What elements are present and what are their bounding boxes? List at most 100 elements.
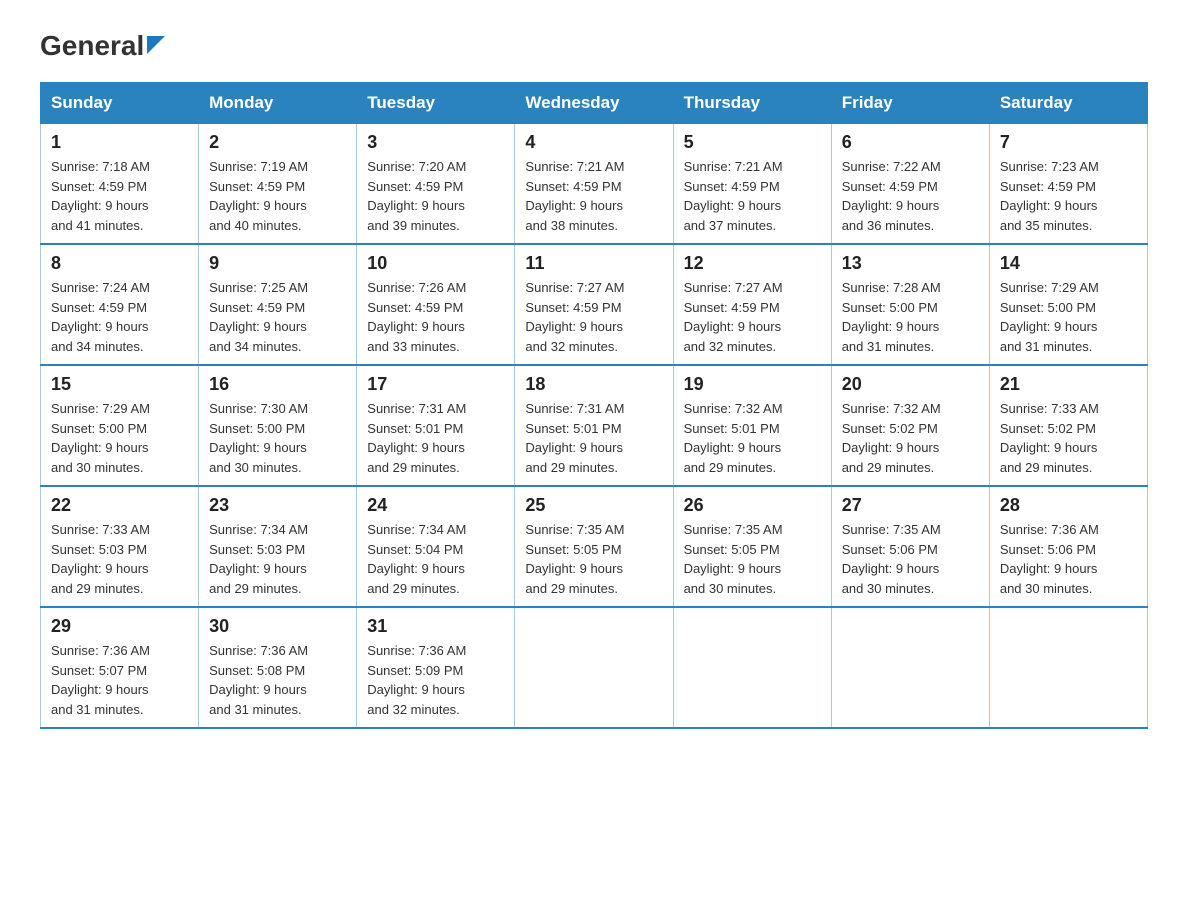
day-info: Sunrise: 7:35 AMSunset: 5:05 PMDaylight:… bbox=[525, 520, 662, 598]
calendar-cell: 18 Sunrise: 7:31 AMSunset: 5:01 PMDaylig… bbox=[515, 365, 673, 486]
calendar-cell: 20 Sunrise: 7:32 AMSunset: 5:02 PMDaylig… bbox=[831, 365, 989, 486]
calendar-cell: 3 Sunrise: 7:20 AMSunset: 4:59 PMDayligh… bbox=[357, 124, 515, 245]
header-cell-monday: Monday bbox=[199, 83, 357, 124]
day-number: 22 bbox=[51, 495, 188, 516]
day-info: Sunrise: 7:27 AMSunset: 4:59 PMDaylight:… bbox=[684, 278, 821, 356]
calendar-cell bbox=[515, 607, 673, 728]
day-info: Sunrise: 7:18 AMSunset: 4:59 PMDaylight:… bbox=[51, 157, 188, 235]
day-info: Sunrise: 7:31 AMSunset: 5:01 PMDaylight:… bbox=[525, 399, 662, 477]
day-info: Sunrise: 7:33 AMSunset: 5:03 PMDaylight:… bbox=[51, 520, 188, 598]
calendar-cell: 22 Sunrise: 7:33 AMSunset: 5:03 PMDaylig… bbox=[41, 486, 199, 607]
calendar-cell: 11 Sunrise: 7:27 AMSunset: 4:59 PMDaylig… bbox=[515, 244, 673, 365]
day-info: Sunrise: 7:33 AMSunset: 5:02 PMDaylight:… bbox=[1000, 399, 1137, 477]
day-info: Sunrise: 7:30 AMSunset: 5:00 PMDaylight:… bbox=[209, 399, 346, 477]
day-number: 16 bbox=[209, 374, 346, 395]
calendar-cell: 29 Sunrise: 7:36 AMSunset: 5:07 PMDaylig… bbox=[41, 607, 199, 728]
day-info: Sunrise: 7:25 AMSunset: 4:59 PMDaylight:… bbox=[209, 278, 346, 356]
calendar-cell bbox=[673, 607, 831, 728]
calendar-cell: 7 Sunrise: 7:23 AMSunset: 4:59 PMDayligh… bbox=[989, 124, 1147, 245]
day-number: 21 bbox=[1000, 374, 1137, 395]
calendar-cell: 13 Sunrise: 7:28 AMSunset: 5:00 PMDaylig… bbox=[831, 244, 989, 365]
calendar-cell: 25 Sunrise: 7:35 AMSunset: 5:05 PMDaylig… bbox=[515, 486, 673, 607]
day-info: Sunrise: 7:20 AMSunset: 4:59 PMDaylight:… bbox=[367, 157, 504, 235]
week-row-3: 15 Sunrise: 7:29 AMSunset: 5:00 PMDaylig… bbox=[41, 365, 1148, 486]
day-info: Sunrise: 7:35 AMSunset: 5:05 PMDaylight:… bbox=[684, 520, 821, 598]
header-cell-wednesday: Wednesday bbox=[515, 83, 673, 124]
calendar-cell: 6 Sunrise: 7:22 AMSunset: 4:59 PMDayligh… bbox=[831, 124, 989, 245]
week-row-1: 1 Sunrise: 7:18 AMSunset: 4:59 PMDayligh… bbox=[41, 124, 1148, 245]
day-info: Sunrise: 7:31 AMSunset: 5:01 PMDaylight:… bbox=[367, 399, 504, 477]
calendar-cell: 12 Sunrise: 7:27 AMSunset: 4:59 PMDaylig… bbox=[673, 244, 831, 365]
calendar-cell: 8 Sunrise: 7:24 AMSunset: 4:59 PMDayligh… bbox=[41, 244, 199, 365]
day-number: 18 bbox=[525, 374, 662, 395]
calendar-cell: 14 Sunrise: 7:29 AMSunset: 5:00 PMDaylig… bbox=[989, 244, 1147, 365]
day-info: Sunrise: 7:36 AMSunset: 5:09 PMDaylight:… bbox=[367, 641, 504, 719]
calendar-cell: 1 Sunrise: 7:18 AMSunset: 4:59 PMDayligh… bbox=[41, 124, 199, 245]
calendar-body: 1 Sunrise: 7:18 AMSunset: 4:59 PMDayligh… bbox=[41, 124, 1148, 729]
day-info: Sunrise: 7:21 AMSunset: 4:59 PMDaylight:… bbox=[525, 157, 662, 235]
day-info: Sunrise: 7:28 AMSunset: 5:00 PMDaylight:… bbox=[842, 278, 979, 356]
calendar-cell: 9 Sunrise: 7:25 AMSunset: 4:59 PMDayligh… bbox=[199, 244, 357, 365]
day-number: 12 bbox=[684, 253, 821, 274]
calendar-cell: 23 Sunrise: 7:34 AMSunset: 5:03 PMDaylig… bbox=[199, 486, 357, 607]
day-info: Sunrise: 7:34 AMSunset: 5:03 PMDaylight:… bbox=[209, 520, 346, 598]
calendar-cell: 16 Sunrise: 7:30 AMSunset: 5:00 PMDaylig… bbox=[199, 365, 357, 486]
calendar-header: SundayMondayTuesdayWednesdayThursdayFrid… bbox=[41, 83, 1148, 124]
calendar-table: SundayMondayTuesdayWednesdayThursdayFrid… bbox=[40, 82, 1148, 729]
calendar-cell: 21 Sunrise: 7:33 AMSunset: 5:02 PMDaylig… bbox=[989, 365, 1147, 486]
day-number: 26 bbox=[684, 495, 821, 516]
header-cell-tuesday: Tuesday bbox=[357, 83, 515, 124]
day-info: Sunrise: 7:32 AMSunset: 5:01 PMDaylight:… bbox=[684, 399, 821, 477]
logo-general: General bbox=[40, 30, 144, 62]
day-number: 5 bbox=[684, 132, 821, 153]
day-number: 9 bbox=[209, 253, 346, 274]
day-info: Sunrise: 7:19 AMSunset: 4:59 PMDaylight:… bbox=[209, 157, 346, 235]
day-number: 7 bbox=[1000, 132, 1137, 153]
day-number: 11 bbox=[525, 253, 662, 274]
day-info: Sunrise: 7:26 AMSunset: 4:59 PMDaylight:… bbox=[367, 278, 504, 356]
day-number: 24 bbox=[367, 495, 504, 516]
day-info: Sunrise: 7:29 AMSunset: 5:00 PMDaylight:… bbox=[1000, 278, 1137, 356]
calendar-cell bbox=[831, 607, 989, 728]
header-cell-thursday: Thursday bbox=[673, 83, 831, 124]
calendar-cell: 31 Sunrise: 7:36 AMSunset: 5:09 PMDaylig… bbox=[357, 607, 515, 728]
day-number: 4 bbox=[525, 132, 662, 153]
logo-arrow-icon bbox=[147, 36, 165, 59]
day-number: 30 bbox=[209, 616, 346, 637]
calendar-cell: 28 Sunrise: 7:36 AMSunset: 5:06 PMDaylig… bbox=[989, 486, 1147, 607]
header-cell-sunday: Sunday bbox=[41, 83, 199, 124]
day-info: Sunrise: 7:29 AMSunset: 5:00 PMDaylight:… bbox=[51, 399, 188, 477]
day-info: Sunrise: 7:22 AMSunset: 4:59 PMDaylight:… bbox=[842, 157, 979, 235]
calendar-cell: 27 Sunrise: 7:35 AMSunset: 5:06 PMDaylig… bbox=[831, 486, 989, 607]
day-number: 23 bbox=[209, 495, 346, 516]
week-row-4: 22 Sunrise: 7:33 AMSunset: 5:03 PMDaylig… bbox=[41, 486, 1148, 607]
logo: General bbox=[40, 30, 165, 62]
day-number: 13 bbox=[842, 253, 979, 274]
day-number: 14 bbox=[1000, 253, 1137, 274]
header-cell-saturday: Saturday bbox=[989, 83, 1147, 124]
day-info: Sunrise: 7:36 AMSunset: 5:06 PMDaylight:… bbox=[1000, 520, 1137, 598]
day-info: Sunrise: 7:36 AMSunset: 5:08 PMDaylight:… bbox=[209, 641, 346, 719]
day-number: 29 bbox=[51, 616, 188, 637]
calendar-cell bbox=[989, 607, 1147, 728]
day-number: 10 bbox=[367, 253, 504, 274]
calendar-cell: 10 Sunrise: 7:26 AMSunset: 4:59 PMDaylig… bbox=[357, 244, 515, 365]
day-info: Sunrise: 7:21 AMSunset: 4:59 PMDaylight:… bbox=[684, 157, 821, 235]
day-number: 15 bbox=[51, 374, 188, 395]
day-number: 25 bbox=[525, 495, 662, 516]
calendar-cell: 5 Sunrise: 7:21 AMSunset: 4:59 PMDayligh… bbox=[673, 124, 831, 245]
calendar-cell: 26 Sunrise: 7:35 AMSunset: 5:05 PMDaylig… bbox=[673, 486, 831, 607]
day-info: Sunrise: 7:34 AMSunset: 5:04 PMDaylight:… bbox=[367, 520, 504, 598]
day-number: 28 bbox=[1000, 495, 1137, 516]
day-info: Sunrise: 7:36 AMSunset: 5:07 PMDaylight:… bbox=[51, 641, 188, 719]
header-row: SundayMondayTuesdayWednesdayThursdayFrid… bbox=[41, 83, 1148, 124]
day-info: Sunrise: 7:24 AMSunset: 4:59 PMDaylight:… bbox=[51, 278, 188, 356]
calendar-cell: 15 Sunrise: 7:29 AMSunset: 5:00 PMDaylig… bbox=[41, 365, 199, 486]
day-number: 17 bbox=[367, 374, 504, 395]
header-cell-friday: Friday bbox=[831, 83, 989, 124]
day-info: Sunrise: 7:23 AMSunset: 4:59 PMDaylight:… bbox=[1000, 157, 1137, 235]
week-row-2: 8 Sunrise: 7:24 AMSunset: 4:59 PMDayligh… bbox=[41, 244, 1148, 365]
day-number: 3 bbox=[367, 132, 504, 153]
calendar-cell: 4 Sunrise: 7:21 AMSunset: 4:59 PMDayligh… bbox=[515, 124, 673, 245]
calendar-cell: 24 Sunrise: 7:34 AMSunset: 5:04 PMDaylig… bbox=[357, 486, 515, 607]
